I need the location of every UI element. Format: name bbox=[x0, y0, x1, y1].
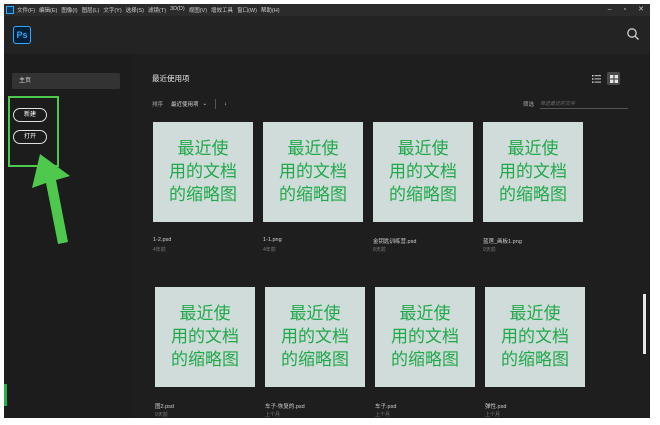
recent-files-grid: 最近使 用的文档 的缩略图 1-2.psd 4年前 最近使 用的文档 的缩略图 1-1.… bbox=[153, 122, 623, 418]
section-title: 最近使用项 bbox=[152, 74, 190, 83]
file-date: 4年前 bbox=[153, 247, 166, 253]
thumbnail-caption: 最近使 用的文档 的缩略图 bbox=[279, 138, 347, 205]
menu-bar: 文件(F) 编辑(E) 图像(I) 图层(L) 文字(Y) 选择(S) 滤镜(T… bbox=[4, 4, 650, 16]
thumbnail-caption: 最近使 用的文档 的缩略图 bbox=[391, 303, 459, 370]
menu-file[interactable]: 文件(F) bbox=[17, 6, 35, 14]
menu-filter[interactable]: 滤镜(T) bbox=[148, 6, 166, 14]
file-thumbnail[interactable]: 最近使 用的文档 的缩略图 bbox=[375, 287, 475, 387]
file-date: 4年前 bbox=[263, 247, 276, 253]
menu-image[interactable]: 图像(I) bbox=[61, 6, 77, 14]
app-mini-icon bbox=[6, 6, 14, 14]
file-thumbnail[interactable]: 最近使 用的文档 的缩略图 bbox=[153, 122, 253, 222]
sort-dropdown[interactable]: 最近使用项 ⌄ bbox=[171, 100, 207, 108]
file-date: 上个月 bbox=[265, 412, 281, 418]
search-icon[interactable] bbox=[626, 27, 640, 41]
chevron-down-icon: ⌄ bbox=[202, 101, 208, 107]
minimize-button[interactable]: – bbox=[608, 4, 612, 16]
thumbnail-caption: 最近使 用的文档 的缩略图 bbox=[281, 303, 349, 370]
file-date: 上个月 bbox=[485, 412, 501, 418]
file-thumbnail[interactable]: 最近使 用的文档 的缩略图 bbox=[373, 122, 473, 222]
list-view-icon[interactable] bbox=[590, 72, 603, 85]
menu-layer[interactable]: 图层(L) bbox=[82, 6, 100, 14]
file-name: 1-2.psd bbox=[153, 237, 172, 243]
close-button[interactable]: ✕ bbox=[638, 4, 644, 16]
menu-3d[interactable]: 3D(D) bbox=[170, 6, 185, 14]
sort-value: 最近使用项 bbox=[171, 102, 199, 108]
filter-input[interactable]: 筛选最近的文件 bbox=[540, 99, 628, 109]
file-date: 9天前 bbox=[483, 247, 496, 253]
file-name: 蓝莲_画板1.png bbox=[483, 239, 522, 245]
menu-window[interactable]: 窗口(W) bbox=[237, 6, 257, 14]
file-thumbnail[interactable]: 最近使 用的文档 的缩略图 bbox=[483, 122, 583, 222]
scrollbar[interactable] bbox=[643, 294, 646, 354]
sidebar: 主页 新建 打开 bbox=[4, 54, 132, 418]
app-bar: Ps bbox=[4, 16, 650, 54]
file-name: 车子.psd bbox=[375, 404, 397, 410]
thumbnail-caption: 最近使 用的文档 的缩略图 bbox=[171, 303, 239, 370]
file-name: 金钥匙训练营.psd bbox=[373, 239, 417, 245]
menu-edit[interactable]: 编辑(E) bbox=[39, 6, 57, 14]
file-thumbnail[interactable]: 最近使 用的文档 的缩略图 bbox=[263, 122, 363, 222]
view-toggle bbox=[590, 72, 620, 85]
file-name: 图2.psd bbox=[155, 404, 174, 410]
menu-plugins[interactable]: 增效工具 bbox=[211, 6, 233, 14]
main-content: 最近使用项 排序 最近使用项 ⌄ ↓ 筛选 筛选最近的文件 最近使 用的文档 的… bbox=[132, 54, 650, 418]
sidebar-item-home[interactable]: 主页 bbox=[12, 73, 120, 89]
thumbnail-caption: 最近使 用的文档 的缩略图 bbox=[501, 303, 569, 370]
restore-button[interactable]: ▫ bbox=[624, 4, 626, 16]
thumbnail-caption: 最近使 用的文档 的缩略图 bbox=[169, 138, 237, 205]
thumbnail-caption: 最近使 用的文档 的缩略图 bbox=[499, 138, 567, 205]
sort-direction-icon[interactable]: ↓ bbox=[224, 101, 227, 107]
menu-type[interactable]: 文字(Y) bbox=[103, 6, 121, 14]
thumbnail-caption: 最近使 用的文档 的缩略图 bbox=[389, 138, 457, 205]
annotation-arrow-icon bbox=[32, 154, 70, 244]
file-thumbnail[interactable]: 最近使 用的文档 的缩略图 bbox=[265, 287, 365, 387]
sort-bar: 排序 最近使用项 ⌄ ↓ bbox=[152, 99, 227, 109]
filter-bar: 筛选 筛选最近的文件 bbox=[523, 99, 628, 109]
menu-view[interactable]: 视图(V) bbox=[189, 6, 207, 14]
filter-label: 筛选 bbox=[522, 102, 534, 108]
file-date: 9天前 bbox=[155, 412, 168, 418]
divider bbox=[215, 99, 217, 109]
file-thumbnail[interactable]: 最近使 用的文档 的缩略图 bbox=[155, 287, 255, 387]
file-date: 上个月 bbox=[375, 412, 391, 418]
photoshop-window: 文件(F) 编辑(E) 图像(I) 图层(L) 文字(Y) 选择(S) 滤镜(T… bbox=[4, 4, 650, 418]
menu-select[interactable]: 选择(S) bbox=[126, 6, 144, 14]
file-name: 车子-恢复的.psd bbox=[265, 404, 305, 410]
file-thumbnail[interactable]: 最近使 用的文档 的缩略图 bbox=[485, 287, 585, 387]
grid-view-icon[interactable] bbox=[607, 72, 620, 85]
file-date: 8天前 bbox=[373, 247, 386, 253]
menu-help[interactable]: 帮助(H) bbox=[261, 6, 280, 14]
ps-logo: Ps bbox=[13, 26, 31, 44]
sort-label: 排序 bbox=[152, 102, 164, 108]
file-name: 1-1.png bbox=[263, 237, 282, 243]
sidebar-accent-bar bbox=[4, 384, 7, 406]
file-name: 弹性.psd bbox=[485, 404, 507, 410]
